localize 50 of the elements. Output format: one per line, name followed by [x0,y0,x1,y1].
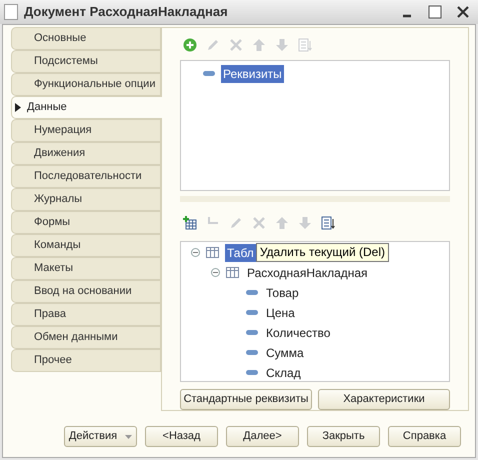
side-tab[interactable]: Ввод на основании [11,280,161,303]
attribute-icon [246,330,258,336]
side-tab[interactable]: Нумерация [11,119,161,142]
tree-item[interactable]: Товар [264,284,301,302]
side-tab[interactable]: Основные [11,27,161,50]
attribute-icon [246,290,258,296]
maximize-icon[interactable] [428,5,442,19]
selected-arrow-icon [15,103,21,112]
side-tab[interactable]: Права [11,303,161,326]
attribute-icon [246,350,258,356]
tree-item[interactable]: Количество [264,324,332,342]
tree-item[interactable]: Табл [225,244,256,262]
footer-button[interactable]: Действия [64,426,137,447]
tree-item[interactable]: Цена [264,304,297,322]
side-tab[interactable]: Подсистемы [11,50,161,73]
window-title: Документ РасходнаяНакладная [24,3,229,22]
tree-item[interactable]: Сумма [264,344,306,362]
footer-button[interactable]: Справка [388,426,461,447]
side-tab[interactable]: Команды [11,234,161,257]
attribute-icon [246,310,258,316]
side-tab[interactable]: Макеты [11,257,161,280]
collapse-icon[interactable] [211,268,220,278]
footer-button[interactable]: Закрыть [307,426,380,447]
side-tab[interactable]: Данные [11,96,162,119]
table-icon [226,267,239,278]
footer-button[interactable]: Далее> [226,426,299,447]
close-icon[interactable] [456,5,470,19]
document-icon [4,4,18,20]
panel-button[interactable]: Стандартные реквизиты [180,388,312,410]
caret-icon [125,434,132,438]
tooltip: Удалить текущий (Del) [256,242,389,262]
side-tab[interactable]: Прочее [11,349,161,372]
sort-list-icon[interactable] [321,216,335,230]
side-tab[interactable]: Движения [11,142,161,165]
side-tab[interactable]: Обмен данными [11,326,161,349]
table-icon [206,247,219,258]
attribute-icon [246,370,258,376]
collapse-icon[interactable] [191,248,200,258]
add-icon[interactable] [183,38,197,52]
side-tab[interactable]: Журналы [11,188,161,211]
attribute-icon [203,71,215,76]
footer-button[interactable]: <Назад [145,426,218,447]
side-tab[interactable]: Последовательности [11,165,161,188]
tree-item[interactable]: Склад [264,364,303,382]
add-table-icon[interactable] [183,216,197,230]
side-tab[interactable]: Формы [11,211,161,234]
side-tab[interactable]: Функциональные опции [11,73,161,96]
panel-button[interactable]: Характеристики [318,388,450,410]
tree-item[interactable]: РасходнаяНакладная [245,264,370,282]
tree-item[interactable]: Реквизиты [221,64,284,83]
